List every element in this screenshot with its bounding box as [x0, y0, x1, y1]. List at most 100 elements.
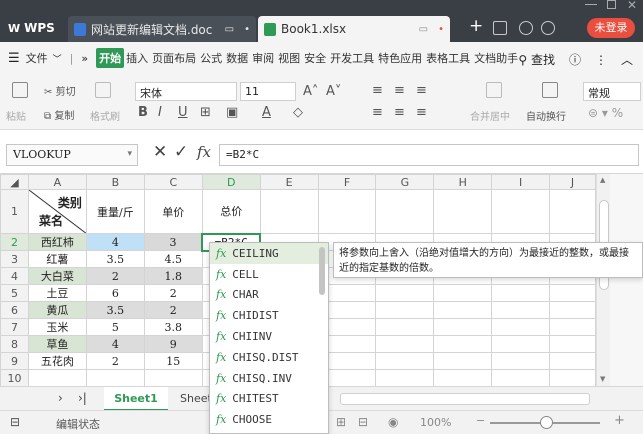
header-cell-category[interactable]: 类别 菜名	[27, 189, 87, 234]
increase-font-icon[interactable]: A˄	[303, 84, 318, 99]
cell[interactable]	[433, 189, 493, 234]
cell[interactable]	[143, 369, 203, 386]
cell[interactable]	[85, 369, 145, 386]
new-tab-plus-icon[interactable]: +	[469, 18, 483, 35]
cell[interactable]: 2	[143, 284, 203, 302]
fill-color-icon[interactable]: ▣	[226, 105, 238, 120]
cell[interactable]	[375, 284, 435, 302]
format-painter-label[interactable]: 格式刷	[90, 108, 120, 123]
clear-format-icon[interactable]: ◇	[293, 105, 303, 120]
format-painter-icon[interactable]	[95, 82, 111, 98]
cell-b2-referenced[interactable]: 4	[85, 233, 145, 251]
cell[interactable]: 4.5	[143, 250, 203, 268]
cell[interactable]	[491, 189, 551, 234]
currency-icon[interactable]: ⊜ ▾ %	[588, 106, 623, 120]
hamburger-menu-icon[interactable]: ☰	[8, 51, 20, 66]
cell[interactable]: 2	[85, 267, 145, 285]
menu-doc-assistant[interactable]: 文档助手	[472, 50, 520, 66]
column-header[interactable]: B	[85, 174, 145, 190]
tab-word-document[interactable]: 网站更新编辑文档.doc ▭ •	[68, 16, 256, 42]
align-bottom-icon[interactable]: ≡	[416, 83, 427, 98]
cell[interactable]: 4	[85, 335, 145, 353]
row-header[interactable]: 4	[0, 267, 29, 285]
column-header[interactable]: A	[27, 174, 87, 190]
cell[interactable]: 2	[85, 352, 145, 370]
monitor-icon[interactable]: ▭	[225, 24, 234, 35]
cell[interactable]	[491, 335, 551, 353]
wps-home-tab[interactable]: W WPS	[0, 14, 64, 42]
cell[interactable]	[375, 352, 435, 370]
cell[interactable]: 9	[143, 335, 203, 353]
cell[interactable]: 玉米	[27, 318, 87, 336]
bold-icon[interactable]: B	[138, 105, 148, 120]
menu-start[interactable]: 开始	[96, 48, 125, 68]
formula-input[interactable]: =B2*C	[219, 144, 639, 166]
cell[interactable]	[433, 284, 493, 302]
horizontal-scrollbar[interactable]	[340, 393, 590, 405]
cell[interactable]: 3.5	[85, 301, 145, 319]
cell[interactable]	[549, 352, 596, 370]
underline-icon[interactable]: U	[178, 105, 188, 120]
menu-formula[interactable]: 公式	[198, 50, 224, 66]
cell[interactable]: 3.5	[85, 250, 145, 268]
cell[interactable]	[549, 369, 596, 386]
autocomplete-item[interactable]: fx CHISQ.DIST	[210, 347, 328, 368]
cell[interactable]	[491, 318, 551, 336]
align-right-icon[interactable]: ≡	[416, 105, 427, 120]
cut-button[interactable]: ✂ 剪切	[44, 83, 76, 98]
prev-sheet-icon[interactable]: ›	[58, 391, 63, 405]
cell[interactable]	[433, 352, 493, 370]
help-icon[interactable]: ⓘ	[569, 51, 581, 68]
menu-developer[interactable]: 开发工具	[328, 50, 376, 66]
font-name-select[interactable]: 宋体	[135, 82, 237, 101]
column-header[interactable]: G	[375, 174, 435, 190]
autocomplete-item[interactable]: fx CHIDIST	[210, 305, 328, 326]
cell-c2[interactable]: 3	[143, 233, 203, 251]
autocomplete-item[interactable]: fx CHIINV	[210, 326, 328, 347]
cell[interactable]	[27, 369, 87, 386]
zoom-out-icon[interactable]: −	[476, 414, 485, 427]
eye-protection-icon[interactable]: ◉	[388, 415, 398, 429]
font-size-select[interactable]: 11	[240, 82, 296, 101]
column-header[interactable]: C	[143, 174, 203, 190]
cell[interactable]: 6	[85, 284, 145, 302]
cell[interactable]	[375, 301, 435, 319]
chevron-down-icon[interactable]: ﹀	[53, 52, 62, 65]
cell[interactable]: 2	[143, 301, 203, 319]
autocomplete-item[interactable]: fx CHITEST	[210, 389, 328, 410]
cell[interactable]	[433, 318, 493, 336]
row-header-selected[interactable]: 2	[0, 233, 29, 251]
view-normal-icon[interactable]: ⊞	[336, 415, 346, 429]
cell[interactable]: 1.8	[143, 267, 203, 285]
row-header[interactable]: 1	[0, 189, 29, 234]
font-color-icon[interactable]: A	[262, 105, 271, 120]
cell[interactable]: 草鱼	[27, 335, 87, 353]
column-header[interactable]: H	[433, 174, 493, 190]
cell[interactable]: 五花肉	[27, 352, 87, 370]
autocomplete-item[interactable]: fx CHISQ.INV	[210, 368, 328, 389]
window-layout-icon[interactable]	[493, 21, 507, 35]
cell[interactable]	[549, 189, 596, 234]
column-header[interactable]: J	[549, 174, 596, 190]
column-header-selected[interactable]: D	[201, 174, 261, 190]
cell[interactable]	[433, 335, 493, 353]
column-header[interactable]: E	[259, 174, 319, 190]
select-all-corner[interactable]: ◢	[0, 174, 29, 190]
row-header[interactable]: 10	[0, 369, 29, 386]
tab-book1[interactable]: Book1.xlsx ▭ •	[258, 16, 450, 42]
login-button[interactable]: 未登录	[587, 18, 635, 38]
menu-review[interactable]: 审阅	[250, 50, 276, 66]
cancel-formula-icon[interactable]: ✕	[153, 142, 167, 162]
number-format-select[interactable]: 常规	[583, 82, 641, 101]
last-sheet-icon[interactable]: ›|	[78, 391, 87, 405]
italic-icon[interactable]: I	[158, 105, 162, 120]
copy-button[interactable]: ⧉ 复制	[44, 107, 74, 122]
cell[interactable]	[375, 318, 435, 336]
autocomplete-item[interactable]: fx CHAR	[210, 285, 328, 306]
menu-data[interactable]: 数据	[224, 50, 250, 66]
cell[interactable]: 红薯	[27, 250, 87, 268]
header-cell-weight[interactable]: 重量/斤	[85, 189, 145, 234]
cell[interactable]	[375, 369, 435, 386]
more-options-icon[interactable]: ⋮	[595, 53, 607, 67]
more-chevron-icon[interactable]: »	[81, 52, 88, 65]
